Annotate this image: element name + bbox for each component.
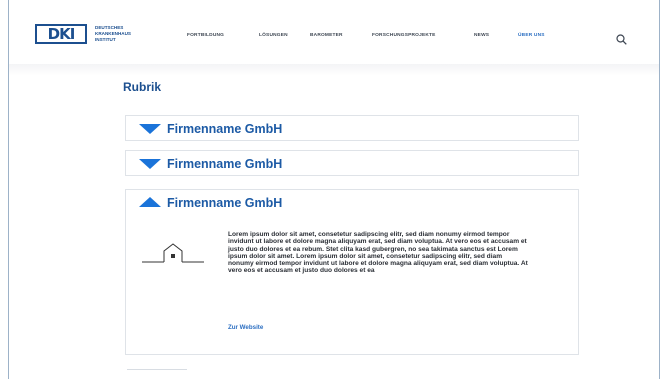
logo-line: INSTITUT	[95, 37, 116, 42]
logo-text: DEUTSCHES KRANKENHAUS INSTITUT	[95, 25, 135, 43]
accordion-item-expanded: Firmenname GmbH Lorem ipsum dolor sit am…	[125, 189, 579, 355]
logo-mark: DKI	[35, 24, 87, 44]
nav-item-fortbildung[interactable]: FORTBILDUNG	[187, 33, 224, 38]
website-link[interactable]: Zur Website	[228, 324, 263, 331]
browser-frame: DKI DEUTSCHES KRANKENHAUS INSTITUT FORTB…	[8, 0, 660, 379]
nav-item-ueber-uns[interactable]: ÜBER UNS	[518, 33, 545, 38]
accordion-item: Firmenname GmbH	[125, 115, 579, 141]
triangle-down-icon	[139, 124, 161, 134]
accordion-header[interactable]: Firmenname GmbH	[126, 151, 578, 177]
company-description: Lorem ipsum dolor sit amet, consetetur s…	[228, 231, 528, 275]
nav-item-barometer[interactable]: BAROMETER	[310, 33, 343, 38]
search-icon[interactable]	[616, 34, 627, 45]
section-title: Rubrik	[123, 80, 162, 94]
house-icon	[142, 243, 204, 263]
header-shadow	[9, 64, 659, 76]
site-header: DKI DEUTSCHES KRANKENHAUS INSTITUT FORTB…	[9, 0, 659, 74]
triangle-up-icon	[139, 197, 161, 207]
dki-logo[interactable]: DKI DEUTSCHES KRANKENHAUS INSTITUT	[35, 24, 135, 44]
triangle-down-icon	[139, 159, 161, 169]
nav-item-forschungsprojekte[interactable]: FORSCHUNGSPROJEKTE	[372, 33, 436, 38]
accordion-item: Firmenname GmbH	[125, 150, 579, 176]
accordion-title: Firmenname GmbH	[167, 157, 283, 171]
nav-item-news[interactable]: NEWS	[474, 33, 489, 38]
accordion-header[interactable]: Firmenname GmbH	[126, 116, 578, 142]
nav-item-loesungen[interactable]: LÖSUNGEN	[259, 33, 288, 38]
footer-divider	[127, 369, 187, 380]
accordion-title: Firmenname GmbH	[167, 196, 283, 210]
accordion-header[interactable]: Firmenname GmbH	[126, 190, 578, 216]
accordion-title: Firmenname GmbH	[167, 122, 283, 136]
